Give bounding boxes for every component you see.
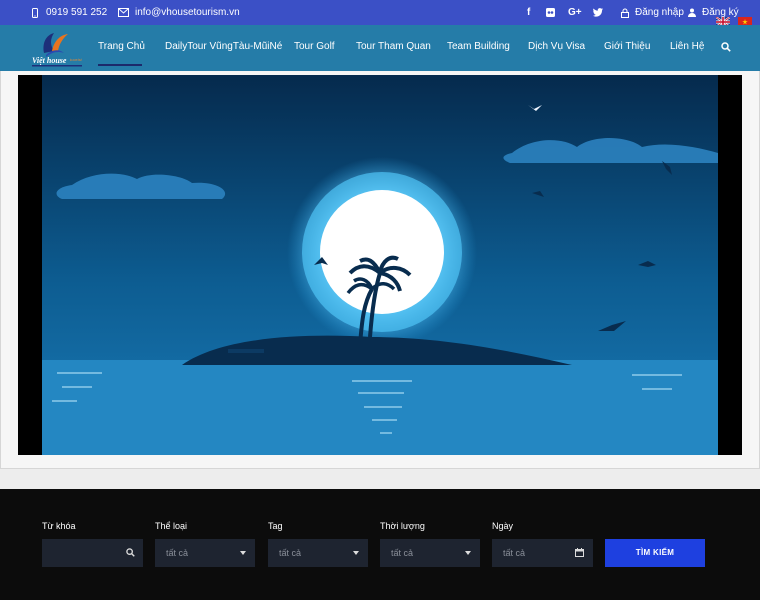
user-icon bbox=[688, 8, 696, 17]
search-icon[interactable] bbox=[721, 42, 731, 52]
phone-number: 0919 591 252 bbox=[46, 7, 108, 18]
envelope-icon bbox=[118, 8, 129, 17]
nav-item-tour-tham-quan[interactable]: Tour Tham Quan bbox=[356, 25, 431, 69]
tag-select[interactable]: tất cả bbox=[268, 539, 368, 567]
nav-item-dailytour[interactable]: DailyTour VũngTàu-MũiNé bbox=[165, 25, 282, 69]
email-address: info@vhousetourism.vn bbox=[135, 7, 240, 18]
date-label: Ngày bbox=[492, 521, 514, 531]
nav-item-tour-golf[interactable]: Tour Golf bbox=[294, 25, 335, 69]
nav-item-visa[interactable]: Dịch Vụ Visa bbox=[528, 25, 585, 69]
chevron-down-icon bbox=[465, 551, 471, 555]
nav-active-indicator bbox=[98, 64, 142, 66]
email-contact[interactable]: info@vhousetourism.vn bbox=[118, 0, 240, 25]
date-input[interactable]: tất cả bbox=[492, 539, 593, 567]
duration-value: tất cả bbox=[391, 548, 414, 558]
chevron-down-icon bbox=[353, 551, 359, 555]
phone-contact[interactable]: 0919 591 252 bbox=[30, 0, 107, 25]
nav-item-contact[interactable]: Liên Hệ bbox=[670, 25, 704, 69]
search-button[interactable]: TÌM KIẾM bbox=[605, 539, 705, 567]
search-icon bbox=[126, 548, 135, 557]
login-label: Đăng nhập bbox=[635, 7, 684, 18]
tag-label: Tag bbox=[268, 521, 283, 531]
site-logo[interactable]: Việt house tourist bbox=[30, 29, 90, 69]
calendar-icon bbox=[575, 548, 584, 557]
keyword-label: Từ khóa bbox=[42, 521, 76, 531]
flickr-icon[interactable] bbox=[546, 8, 555, 17]
logo-accent-text: tourist bbox=[70, 57, 83, 62]
logo-text: Việt house bbox=[32, 56, 67, 65]
top-bar: 0919 591 252 info@vhousetourism.vn f G+ … bbox=[0, 0, 760, 25]
video-frame-island-scene bbox=[42, 75, 718, 455]
duration-label: Thời lượng bbox=[380, 521, 425, 531]
duration-select[interactable]: tất cả bbox=[380, 539, 480, 567]
category-select[interactable]: tất cả bbox=[155, 539, 255, 567]
twitter-icon[interactable] bbox=[593, 8, 603, 17]
section-gap bbox=[0, 469, 760, 489]
chevron-down-icon bbox=[240, 551, 246, 555]
nav-item-home[interactable]: Trang Chủ bbox=[98, 25, 145, 69]
nav-item-team-building[interactable]: Team Building bbox=[447, 25, 510, 69]
facebook-icon[interactable]: f bbox=[527, 0, 530, 25]
date-value: tất cả bbox=[503, 548, 526, 558]
tag-value: tất cả bbox=[279, 548, 302, 558]
category-label: Thể loại bbox=[155, 521, 188, 531]
phone-icon bbox=[32, 7, 38, 18]
lock-icon bbox=[621, 8, 629, 18]
login-link[interactable]: Đăng nhập bbox=[621, 0, 684, 25]
register-link[interactable]: Đăng ký bbox=[688, 0, 739, 25]
nav-item-about[interactable]: Giới Thiệu bbox=[604, 25, 650, 69]
google-plus-icon[interactable]: G+ bbox=[568, 0, 582, 25]
category-value: tất cả bbox=[166, 548, 189, 558]
keyword-input[interactable] bbox=[42, 539, 143, 567]
